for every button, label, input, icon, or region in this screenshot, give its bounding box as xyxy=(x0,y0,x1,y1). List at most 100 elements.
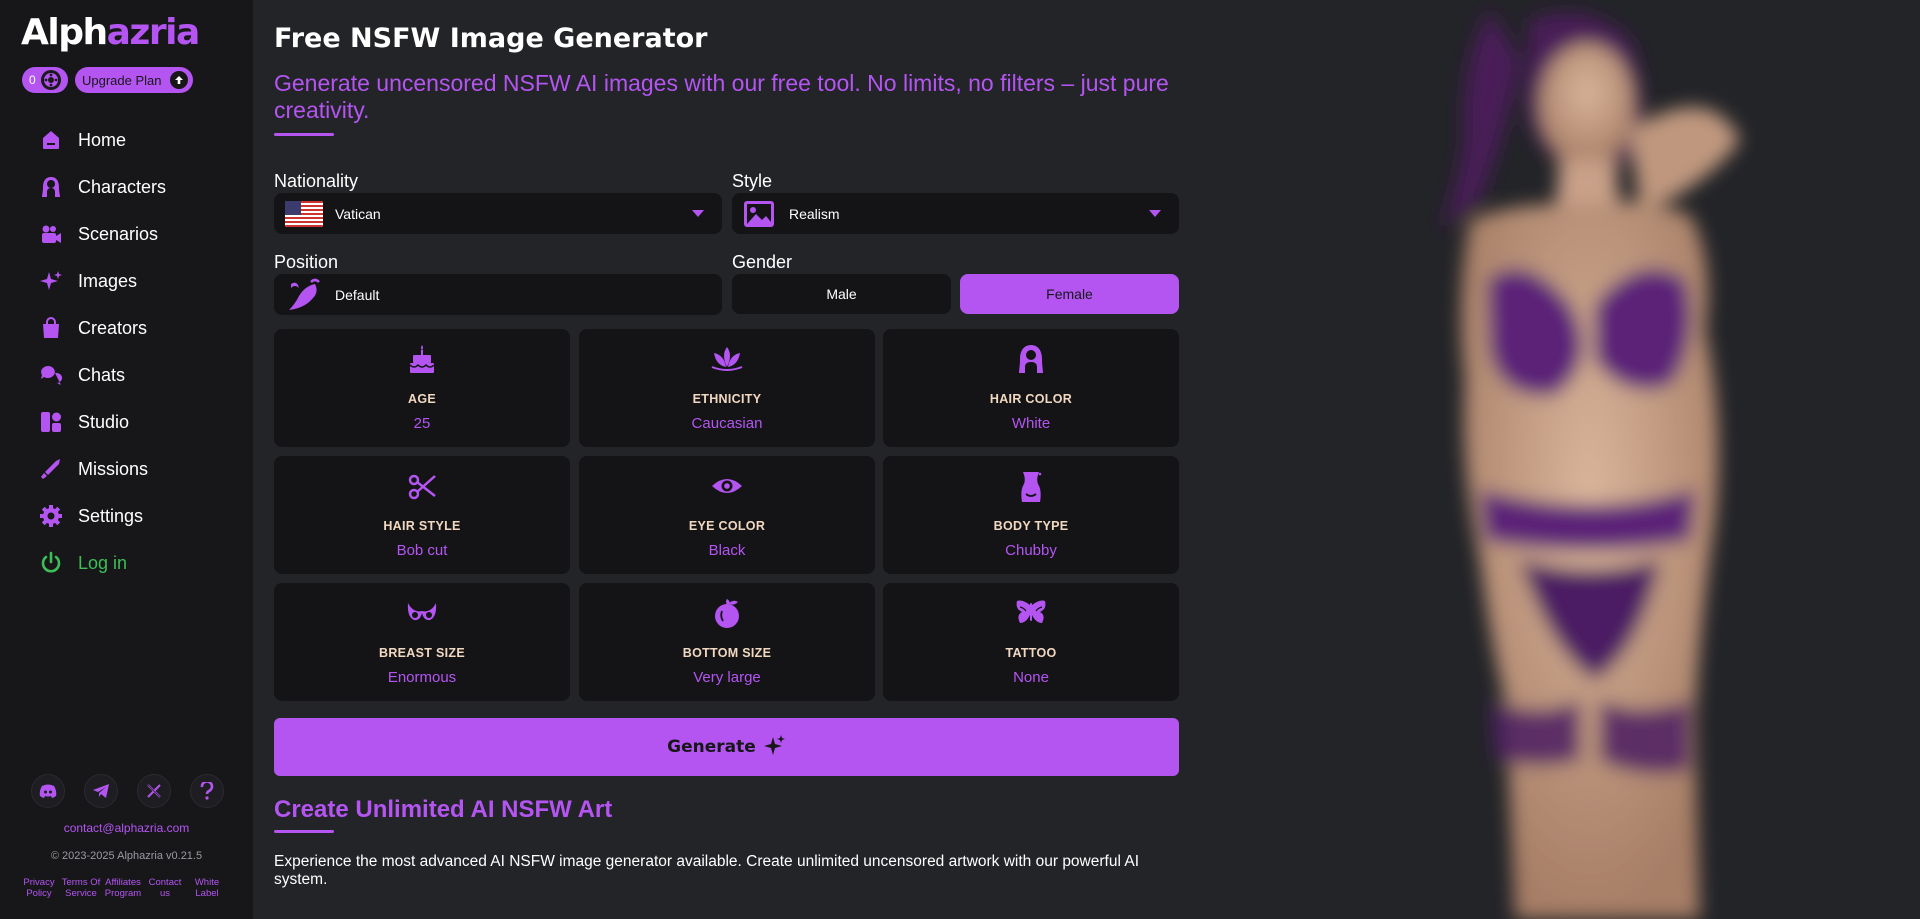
nav-item-login[interactable]: Log in xyxy=(38,547,228,579)
title-underline xyxy=(274,133,334,136)
attr-title: HAIR STYLE xyxy=(383,519,461,533)
section-title: Create Unlimited AI NSFW Art xyxy=(274,796,613,823)
flag-icon xyxy=(285,200,323,227)
nav-label: Creators xyxy=(78,317,148,338)
nav-label: Missions xyxy=(78,458,149,479)
nav-item-settings[interactable]: Settings xyxy=(38,500,228,532)
link-line2: Service xyxy=(65,888,97,899)
contact-link[interactable]: Contact us xyxy=(144,877,186,899)
cake-icon xyxy=(274,343,570,375)
lotus-icon xyxy=(579,343,875,375)
link-line1: Privacy xyxy=(23,877,55,888)
footer-links: Privacy Policy Terms Of Service Affiliates… xyxy=(18,877,228,899)
attr-title: BOTTOM SIZE xyxy=(682,646,772,660)
attr-card-tattoo[interactable]: TATTOO None xyxy=(883,583,1179,701)
style-select[interactable]: Realism xyxy=(732,193,1179,234)
gender-female-button[interactable]: Female xyxy=(960,274,1179,314)
link-line1: Terms Of xyxy=(61,877,101,888)
social-links xyxy=(31,774,224,808)
logo[interactable]: Alphazria xyxy=(21,12,200,53)
nav-label: Images xyxy=(78,270,138,291)
body-icon xyxy=(883,470,1179,502)
nav-item-chats[interactable]: Chats xyxy=(38,359,228,391)
picture-icon xyxy=(743,200,775,228)
sidebar: Alphazria 0 Upgrade Plan Home Characters… xyxy=(0,0,253,919)
link-line2: us xyxy=(159,888,171,899)
privacy-policy-link[interactable]: Privacy Policy xyxy=(18,877,60,899)
contact-email-link[interactable]: contact@alphazria.com xyxy=(0,821,253,835)
nav-label: Home xyxy=(78,129,127,150)
attr-title: HAIR COLOR xyxy=(989,392,1073,406)
nav-item-home[interactable]: Home xyxy=(38,124,228,156)
generate-button[interactable]: Generate xyxy=(274,718,1179,776)
terms-link[interactable]: Terms Of Service xyxy=(60,877,102,899)
characters-icon xyxy=(38,174,64,200)
attr-card-bottom-size[interactable]: BOTTOM SIZE Very large xyxy=(579,583,875,701)
coin-icon xyxy=(40,70,61,90)
nav-label: Settings xyxy=(78,505,144,526)
link-line2: Program xyxy=(104,888,142,899)
page-subtitle: Generate uncensored NSFW AI images with … xyxy=(274,70,1169,123)
position-label: Position xyxy=(274,252,339,272)
nav-item-images[interactable]: Images xyxy=(38,265,228,297)
link-line1: Affiliates xyxy=(105,877,141,888)
bra-icon xyxy=(274,597,570,629)
attr-card-age[interactable]: AGE 25 xyxy=(274,329,570,447)
home-icon xyxy=(38,127,64,153)
copyright: © 2023-2025 Alphazria v0.21.5 xyxy=(50,850,203,862)
white-label-link[interactable]: White Label xyxy=(186,877,228,899)
discord-icon[interactable] xyxy=(31,774,65,808)
attr-card-ethnicity[interactable]: ETHNICITY Caucasian xyxy=(579,329,875,447)
generate-label: Generate xyxy=(667,737,756,757)
attr-title: TATTOO xyxy=(1005,646,1057,660)
attr-title: BODY TYPE xyxy=(993,519,1069,533)
scissors-icon xyxy=(274,470,570,502)
nav-item-missions[interactable]: Missions xyxy=(38,453,228,485)
nav-item-characters[interactable]: Characters xyxy=(38,171,228,203)
attr-value: White xyxy=(1011,415,1051,432)
telegram-icon[interactable] xyxy=(84,774,118,808)
creators-icon xyxy=(38,315,64,341)
nav-item-creators[interactable]: Creators xyxy=(38,312,228,344)
sparkles-icon xyxy=(763,734,786,761)
attr-card-body-type[interactable]: BODY TYPE Chubby xyxy=(883,456,1179,574)
nav-item-studio[interactable]: Studio xyxy=(38,406,228,438)
gender-male-button[interactable]: Male xyxy=(732,274,951,314)
help-icon[interactable] xyxy=(190,774,224,808)
affiliates-link[interactable]: Affiliates Program xyxy=(102,877,144,899)
credits-badge[interactable]: 0 xyxy=(22,67,68,93)
settings-icon xyxy=(38,503,64,529)
eye-icon xyxy=(579,470,875,502)
chevron-down-icon xyxy=(1149,210,1161,217)
arrow-up-icon xyxy=(170,71,188,89)
attr-value: Chubby xyxy=(1005,542,1057,559)
butterfly-icon xyxy=(883,597,1179,629)
attr-value: Black xyxy=(708,542,746,559)
attr-card-hair-color[interactable]: HAIR COLOR White xyxy=(883,329,1179,447)
attr-card-breast-size[interactable]: BREAST SIZE Enormous xyxy=(274,583,570,701)
attr-card-hair-style[interactable]: HAIR STYLE Bob cut xyxy=(274,456,570,574)
nav-item-scenarios[interactable]: Scenarios xyxy=(38,218,228,250)
nav-label: Chats xyxy=(78,364,126,385)
attr-value: Enormous xyxy=(387,669,457,686)
hair-icon xyxy=(883,343,1179,375)
upgrade-plan-button[interactable]: Upgrade Plan xyxy=(75,67,193,93)
pepper-icon xyxy=(285,278,323,312)
studio-icon xyxy=(38,409,64,435)
position-select[interactable]: Default xyxy=(274,274,722,315)
gender-label: Gender xyxy=(732,252,793,272)
attr-card-eye-color[interactable]: EYE COLOR Black xyxy=(579,456,875,574)
position-value: Default xyxy=(335,286,380,303)
attr-title: BREAST SIZE xyxy=(379,646,465,660)
preview-image xyxy=(1340,0,1920,919)
nav-label: Characters xyxy=(78,176,167,197)
x-icon[interactable] xyxy=(137,774,171,808)
link-line2: Label xyxy=(195,888,219,899)
attr-title: AGE xyxy=(408,392,436,406)
page-title: Free NSFW Image Generator xyxy=(274,23,708,54)
style-label: Style xyxy=(732,171,773,191)
nationality-select[interactable]: Vatican xyxy=(274,193,722,234)
section-underline xyxy=(274,830,334,833)
section-description: Experience the most advanced AI NSFW ima… xyxy=(274,853,1139,888)
attr-value: None xyxy=(1013,669,1049,686)
